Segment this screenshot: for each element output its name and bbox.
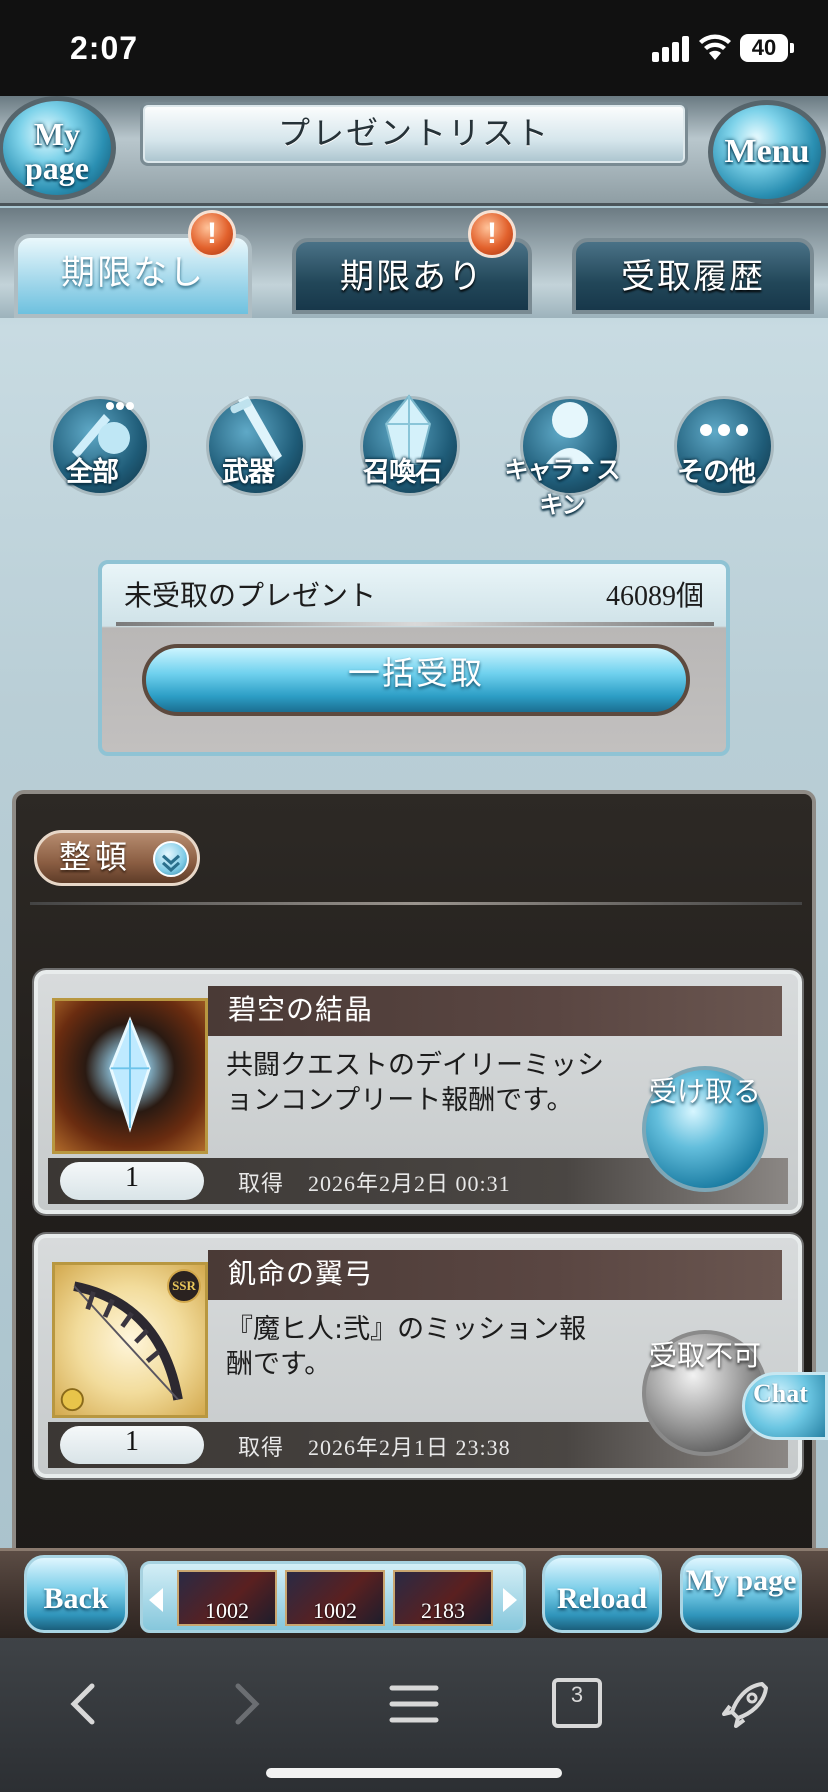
category-other[interactable]: その他 — [660, 386, 778, 504]
rocket-icon[interactable] — [716, 1674, 776, 1734]
game-bottom-bar: Back 1002 1002 2183 Reload My page — [0, 1548, 828, 1638]
page-title: プレゼントリスト — [277, 114, 550, 152]
item-shortcut[interactable]: 2183 — [393, 1570, 493, 1626]
present-card: 碧空の結晶 共闘クエストのデイリーミッションコンプリート報酬です。 1 取得 20… — [34, 970, 802, 1214]
menu-button[interactable]: Menu — [708, 100, 826, 204]
claim-all-button[interactable]: 一括受取 — [142, 644, 690, 716]
item-thumbnail — [52, 998, 208, 1154]
menu-lines-icon[interactable] — [384, 1674, 444, 1734]
reload-button[interactable]: Reload — [542, 1555, 662, 1633]
rarity-badge: SSR — [167, 1269, 201, 1303]
back-button[interactable]: Back — [24, 1555, 128, 1633]
received-date: 取得 2026年2月2日 00:31 — [238, 1166, 511, 1198]
category-label: 召喚石 — [363, 457, 442, 488]
item-description: 共闘クエストのデイリーミッションコンプリート報酬です。 — [226, 1050, 604, 1116]
category-label: 全部 — [66, 457, 119, 488]
sort-button-label: 整頓 — [59, 838, 132, 876]
unclaimed-summary: 未受取のプレゼント 46089個 一括受取 — [98, 560, 730, 756]
received-label: 取得 — [238, 1172, 285, 1197]
category-label: キャラ・スキン — [504, 456, 621, 519]
item-count: 2183 — [421, 1598, 465, 1623]
category-label: その他 — [677, 457, 756, 488]
sort-button[interactable]: 整頓 — [34, 830, 200, 886]
received-label: 取得 — [238, 1436, 285, 1461]
unclaimed-label: 未受取のプレゼント — [124, 579, 377, 612]
item-shortcut[interactable]: 1002 — [285, 1570, 385, 1626]
game-view: プレゼントリスト My page Menu 期限なし 期限あり 受取履歴 ! !… — [0, 96, 828, 1638]
mypage-button[interactable]: My page — [0, 96, 116, 200]
divider — [116, 622, 714, 626]
clock: 2:07 — [70, 30, 139, 66]
arrow-right-icon[interactable] — [503, 1588, 517, 1612]
battery-icon: 40 — [740, 34, 794, 62]
category-character-skin[interactable]: キャラ・スキン — [505, 386, 624, 519]
category-summon[interactable]: 召喚石 — [346, 386, 464, 504]
item-quantity: 1 — [60, 1426, 204, 1464]
item-shortcut[interactable]: 1002 — [177, 1570, 277, 1626]
item-thumbnail: SSR — [52, 1262, 208, 1418]
arrow-left-icon[interactable] — [149, 1588, 163, 1612]
present-card: SSR 飢命の翼弓 『魔ヒ人:弐』のミッション報酬です。 1 取得 2026年2月… — [34, 1234, 802, 1478]
tabs-button[interactable]: 3 — [552, 1678, 602, 1728]
received-datetime: 2026年2月1日 23:38 — [308, 1435, 511, 1460]
alert-badge-icon: ! — [468, 210, 516, 258]
crystal-icon — [109, 1016, 151, 1133]
header: プレゼントリスト My page Menu — [0, 96, 828, 206]
category-all[interactable]: 全部 — [36, 386, 154, 504]
forward-arrow-icon[interactable] — [216, 1674, 276, 1734]
item-description: 『魔ヒ人:弐』のミッション報酬です。 — [226, 1314, 587, 1380]
item-name: 碧空の結晶 — [208, 986, 782, 1036]
received-datetime: 2026年2月2日 00:31 — [308, 1171, 511, 1196]
received-date: 取得 2026年2月1日 23:38 — [238, 1430, 511, 1462]
chat-button[interactable]: Chat — [742, 1372, 828, 1440]
item-shortcut-strip: 1002 1002 2183 — [140, 1561, 526, 1633]
present-list-panel: 整頓 碧空の結晶 共闘クエストのデイリーミッションコンプリート報酬です。 1 取… — [12, 790, 816, 1638]
mypage-bottom-button[interactable]: My page — [680, 1555, 802, 1633]
wifi-icon — [699, 34, 731, 60]
item-quantity: 1 — [60, 1162, 204, 1200]
cellular-signal-icon — [652, 36, 689, 62]
back-arrow-icon[interactable] — [54, 1674, 114, 1734]
receive-button[interactable]: 受け取る — [642, 1066, 768, 1192]
divider — [30, 902, 802, 905]
alert-badge-icon: ! — [188, 210, 236, 258]
unclaimed-count: 46089個 — [605, 581, 704, 612]
status-bar: 2:07 40 — [0, 0, 828, 96]
tab-history[interactable]: 受取履歴 — [572, 238, 814, 314]
chevron-down-icon — [153, 841, 189, 877]
item-name: 飢命の翼弓 — [208, 1250, 782, 1300]
tab-bar: 期限なし 期限あり 受取履歴 ! ! — [0, 208, 828, 318]
home-indicator — [266, 1768, 562, 1778]
item-count: 1002 — [205, 1598, 249, 1623]
item-count: 1002 — [313, 1598, 357, 1623]
category-weapon[interactable]: 武器 — [192, 386, 310, 504]
category-label: 武器 — [222, 457, 275, 488]
